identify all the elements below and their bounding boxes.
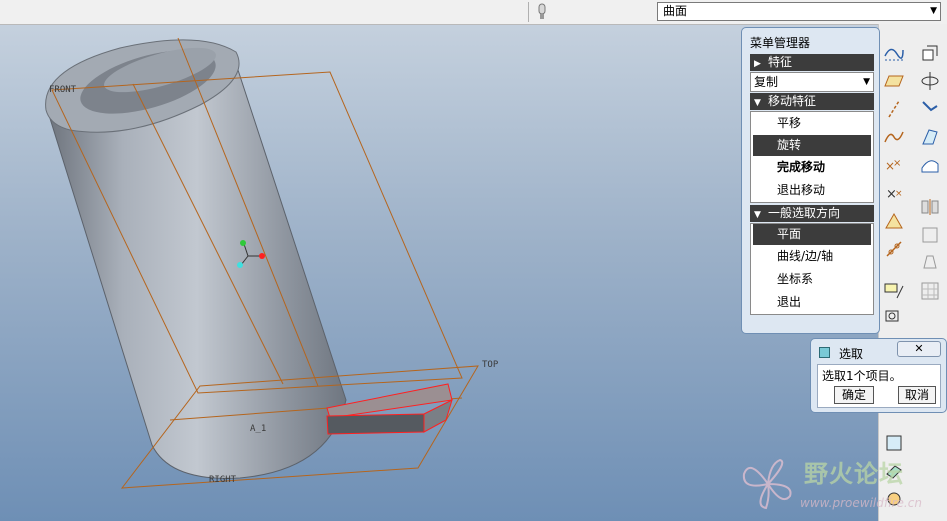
close-icon: ✕ (914, 342, 924, 355)
datum-curve-icon[interactable] (883, 42, 905, 64)
axis-label: A_1 (250, 424, 267, 434)
sketch-curve-icon[interactable] (883, 126, 905, 148)
triangle-down-icon: ▼ (754, 210, 761, 220)
selected-feature-side (423, 399, 453, 433)
top-label: TOP (482, 360, 499, 370)
datum-point-icon[interactable]: × × (883, 154, 905, 176)
menu-item-curve-edge-axis[interactable]: 曲线/边/轴 (751, 245, 873, 268)
triad-y-dot (240, 240, 246, 246)
watermark: 野火论坛 www.proewildfire.cn (736, 452, 942, 518)
menu-item-plane[interactable]: 平面 (753, 224, 871, 245)
svg-text:×: × (893, 158, 901, 169)
chevron-down-icon: ▼ (930, 6, 937, 16)
sweep-icon[interactable] (919, 98, 941, 120)
ok-button[interactable]: 确定 (834, 386, 874, 404)
svg-text:×: × (895, 189, 903, 199)
shell-icon[interactable] (919, 224, 941, 246)
datum-axis-icon[interactable] (883, 98, 905, 120)
butterfly-logo-icon (742, 458, 792, 510)
move-feature-header[interactable]: ▼ 移动特征 (750, 93, 874, 110)
menu-manager: 菜单管理器 ▶ 特征 复制 ▼ ▼ 移动特征 平移 旋转 完成移动 退出移动 ▼ 一般选… (741, 27, 880, 334)
menu-item-quit-move[interactable]: 退出移动 (751, 179, 873, 202)
menu-item-csys[interactable]: 坐标系 (751, 268, 873, 291)
select-dialog-title: 选取 (839, 347, 864, 361)
datum-csys-icon[interactable] (883, 238, 905, 260)
lightbulb-icon[interactable] (536, 3, 548, 21)
boundary-blend-icon[interactable] (919, 154, 941, 176)
feature-tool-icon[interactable] (883, 432, 905, 454)
pattern-icon[interactable] (919, 280, 941, 302)
selected-feature-front (326, 413, 425, 435)
menu-item-done-move[interactable]: 完成移动 (751, 156, 873, 179)
triangle-right-icon: ▶ (754, 59, 761, 69)
features-header[interactable]: ▶ 特征 (750, 54, 874, 71)
triad-x-dot (259, 253, 265, 259)
triangle-down-icon: ▼ (754, 98, 761, 108)
blend-icon[interactable] (919, 126, 941, 148)
datum-ruler-icon[interactable] (883, 210, 905, 232)
menu-manager-title: 菜单管理器 (750, 36, 811, 50)
menu-item-quit[interactable]: 退出 (751, 291, 873, 314)
close-button[interactable]: ✕ (897, 341, 941, 357)
watermark-title: 野火论坛 (804, 460, 904, 488)
move-feature-group: 平移 旋转 完成移动 退出移动 (750, 111, 874, 203)
extrude-icon[interactable] (919, 42, 941, 64)
sketch-tool-icon[interactable] (883, 280, 905, 302)
filter-combo[interactable]: 曲面 ▼ (657, 2, 941, 21)
cancel-button[interactable]: 取消 (898, 386, 936, 404)
front-label: FRONT (49, 85, 77, 95)
select-dialog-body: 选取1个项目。 确定 取消 (817, 364, 941, 408)
triad-z-dot (237, 262, 243, 268)
menu-item-rotate[interactable]: 旋转 (753, 135, 871, 156)
copy-select[interactable]: 复制 ▼ (750, 72, 874, 92)
revolve-icon[interactable] (919, 70, 941, 92)
direction-group: 平面 曲线/边/轴 坐标系 退出 (750, 223, 874, 315)
watermark-url: www.proewildfire.cn (800, 496, 922, 510)
filter-combo-value: 曲面 (663, 4, 688, 18)
draft-icon[interactable] (919, 250, 941, 272)
mirror-icon[interactable] (919, 196, 941, 218)
toolbar-separator (528, 2, 529, 22)
right-label: RIGHT (209, 475, 237, 485)
sketch-analysis-icon[interactable] (883, 308, 905, 330)
chevron-down-icon: ▼ (863, 77, 870, 87)
point-offset-icon[interactable]: × × (883, 182, 905, 204)
select-cube-icon (819, 347, 830, 358)
menu-item-translate[interactable]: 平移 (751, 112, 873, 135)
select-prompt: 选取1个项目。 (822, 369, 902, 383)
direction-header[interactable]: ▼ 一般选取方向 (750, 205, 874, 222)
right-toolbar: × × × × (878, 24, 947, 521)
datum-plane-icon[interactable] (883, 70, 905, 92)
select-dialog: 选取 ✕ 选取1个项目。 确定 取消 (810, 338, 947, 413)
top-toolbar: 曲面 ▼ (0, 0, 947, 25)
